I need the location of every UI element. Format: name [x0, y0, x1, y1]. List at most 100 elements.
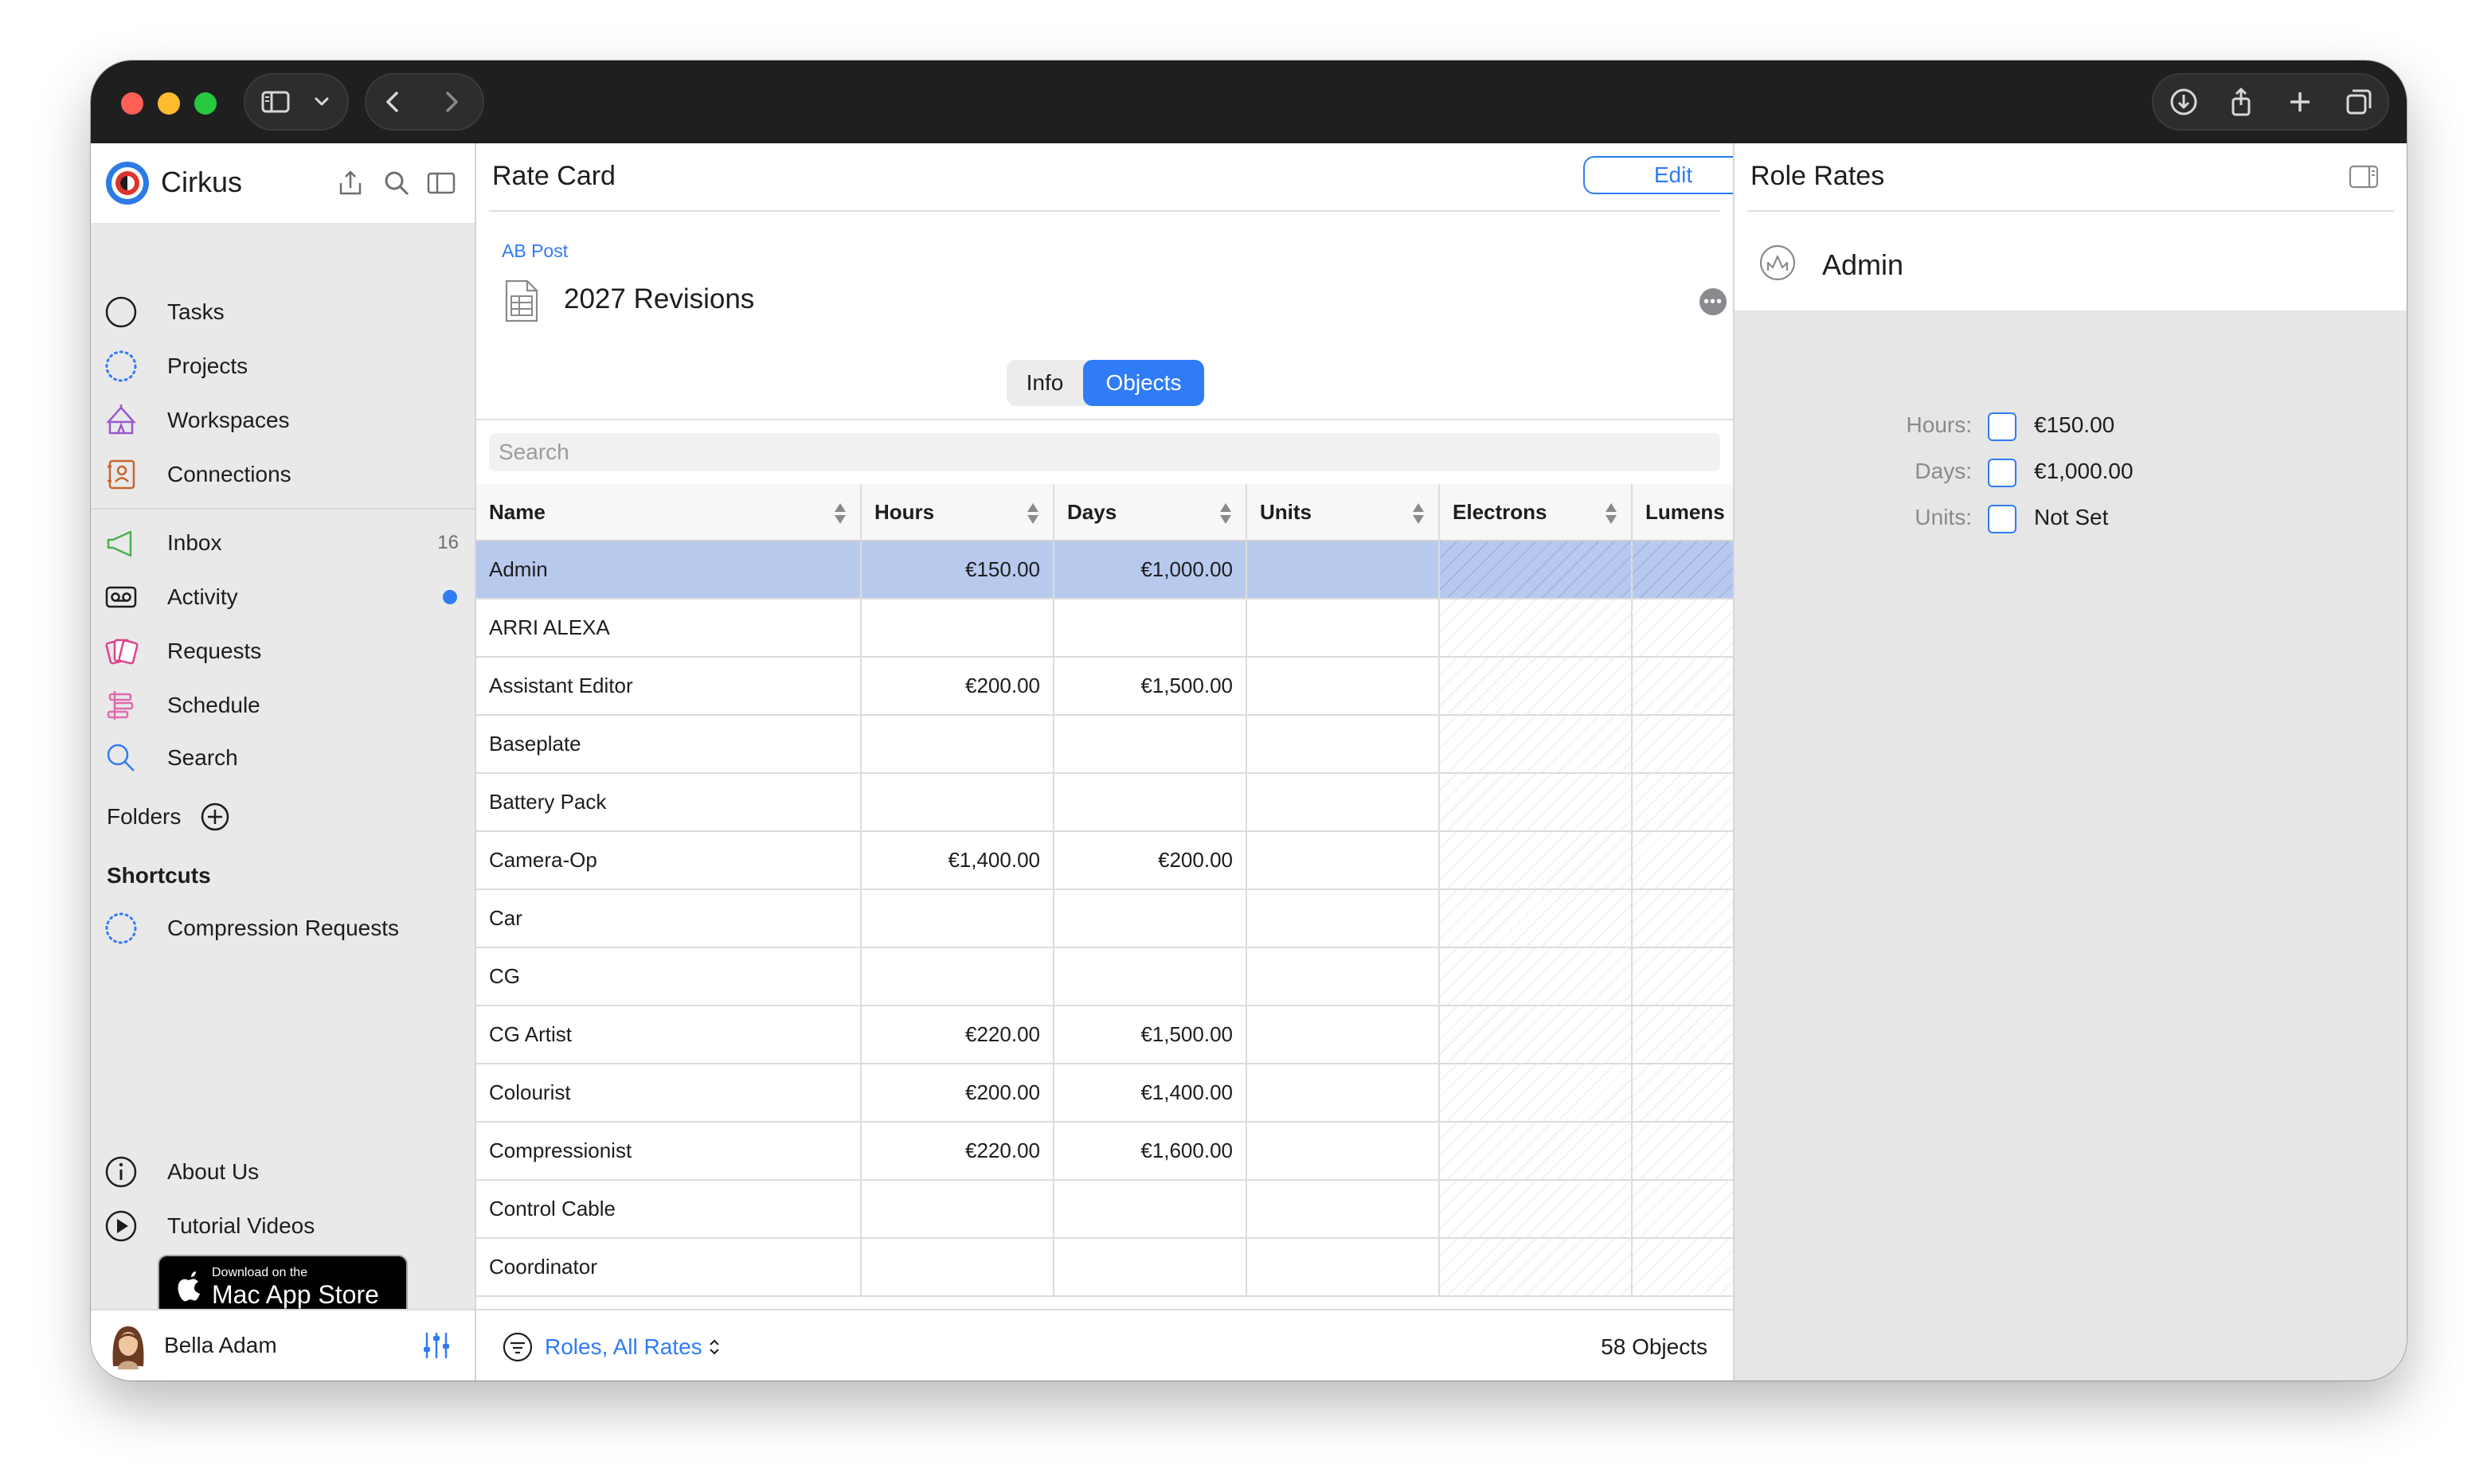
- sidebar-item-tasks[interactable]: Tasks: [91, 287, 475, 338]
- cell-empty[interactable]: [1440, 1239, 1633, 1297]
- cell-empty[interactable]: [1440, 1123, 1633, 1181]
- rate-checkbox[interactable]: [1988, 459, 2016, 487]
- column-header-lumens[interactable]: Lumens: [1633, 484, 1733, 541]
- cell-name[interactable]: Coordinator: [476, 1239, 862, 1297]
- cell-days[interactable]: €1,000.00: [1054, 541, 1247, 599]
- column-header-electrons[interactable]: Electrons: [1440, 484, 1633, 541]
- cell-empty[interactable]: [1440, 658, 1633, 716]
- cell-hours[interactable]: [862, 716, 1054, 774]
- cell-empty[interactable]: [1440, 948, 1633, 1006]
- cell-units[interactable]: [1247, 1006, 1440, 1064]
- cell-days[interactable]: €1,500.00: [1054, 658, 1247, 716]
- cell-name[interactable]: Assistant Editor: [476, 658, 862, 716]
- new-tab-icon[interactable]: [2279, 81, 2321, 123]
- cell-units[interactable]: [1247, 890, 1440, 948]
- cell-empty[interactable]: [1633, 541, 1733, 599]
- cell-days[interactable]: [1054, 599, 1247, 658]
- cell-empty[interactable]: [1633, 716, 1733, 774]
- table-row[interactable]: Camera-Op €1,400.00 €200.00: [476, 832, 1733, 890]
- cell-empty[interactable]: [1440, 1181, 1633, 1239]
- inspector-panel-icon[interactable]: [2348, 162, 2380, 191]
- breadcrumb[interactable]: AB Post: [502, 240, 568, 262]
- cell-units[interactable]: [1247, 658, 1440, 716]
- zoom-window-button[interactable]: [194, 92, 217, 115]
- cell-name[interactable]: Battery Pack: [476, 774, 862, 832]
- cell-name[interactable]: Colourist: [476, 1064, 862, 1123]
- cell-days[interactable]: [1054, 948, 1247, 1006]
- cell-units[interactable]: [1247, 832, 1440, 890]
- table-row[interactable]: Assistant Editor €200.00 €1,500.00: [476, 658, 1733, 716]
- tab-overview-icon[interactable]: [2338, 81, 2380, 123]
- cell-days[interactable]: €200.00: [1054, 832, 1247, 890]
- cell-days[interactable]: [1054, 1239, 1247, 1297]
- share-icon[interactable]: [2220, 81, 2262, 123]
- tab-objects[interactable]: Objects: [1083, 360, 1204, 406]
- cell-hours[interactable]: [862, 1239, 1054, 1297]
- cell-empty[interactable]: [1440, 1006, 1633, 1064]
- cell-empty[interactable]: [1633, 1006, 1733, 1064]
- cell-units[interactable]: [1247, 774, 1440, 832]
- column-header-units[interactable]: Units: [1247, 484, 1440, 541]
- cell-hours[interactable]: [862, 948, 1054, 1006]
- sidebar-item-connections[interactable]: Connections: [91, 449, 475, 500]
- cell-empty[interactable]: [1633, 774, 1733, 832]
- cell-empty[interactable]: [1633, 948, 1733, 1006]
- cell-empty[interactable]: [1633, 1181, 1733, 1239]
- cell-name[interactable]: CG: [476, 948, 862, 1006]
- cell-empty[interactable]: [1440, 541, 1633, 599]
- table-row[interactable]: Car: [476, 890, 1733, 948]
- cell-hours[interactable]: €220.00: [862, 1123, 1054, 1181]
- cell-empty[interactable]: [1633, 890, 1733, 948]
- cell-hours[interactable]: [862, 1181, 1054, 1239]
- cell-empty[interactable]: [1440, 599, 1633, 658]
- chevron-down-icon[interactable]: [309, 89, 334, 115]
- cell-name[interactable]: Compressionist: [476, 1123, 862, 1181]
- cell-empty[interactable]: [1633, 658, 1733, 716]
- sidebar-panel-icon[interactable]: [425, 167, 457, 199]
- column-header-hours[interactable]: Hours: [862, 484, 1054, 541]
- table-row[interactable]: Battery Pack: [476, 774, 1733, 832]
- cell-name[interactable]: Camera-Op: [476, 832, 862, 890]
- shortcut-item-compression-requests[interactable]: Compression Requests: [91, 903, 475, 954]
- cell-units[interactable]: [1247, 1064, 1440, 1123]
- cell-units[interactable]: [1247, 948, 1440, 1006]
- filter-menu[interactable]: Roles, All Rates: [545, 1334, 721, 1360]
- table-row[interactable]: CG Artist €220.00 €1,500.00: [476, 1006, 1733, 1064]
- table-row[interactable]: CG: [476, 948, 1733, 1006]
- sidebar-item-schedule[interactable]: Schedule: [91, 680, 475, 731]
- table-row[interactable]: Coordinator: [476, 1239, 1733, 1297]
- table-row[interactable]: Control Cable: [476, 1181, 1733, 1239]
- cell-name[interactable]: CG Artist: [476, 1006, 862, 1064]
- cell-hours[interactable]: €1,400.00: [862, 832, 1054, 890]
- cell-empty[interactable]: [1440, 716, 1633, 774]
- cell-empty[interactable]: [1633, 1123, 1733, 1181]
- cell-name[interactable]: Car: [476, 890, 862, 948]
- table-row[interactable]: ARRI ALEXA: [476, 599, 1733, 658]
- add-folder-icon[interactable]: [199, 801, 231, 833]
- cell-units[interactable]: [1247, 541, 1440, 599]
- cell-units[interactable]: [1247, 716, 1440, 774]
- sidebar-item-inbox[interactable]: Inbox 16: [91, 517, 475, 568]
- sidebar-item-tutorial-videos[interactable]: Tutorial Videos: [91, 1201, 475, 1252]
- search-icon[interactable]: [381, 167, 413, 199]
- table-row[interactable]: Baseplate: [476, 716, 1733, 774]
- cell-days[interactable]: [1054, 1181, 1247, 1239]
- cell-empty[interactable]: [1440, 774, 1633, 832]
- cell-days[interactable]: €1,400.00: [1054, 1064, 1247, 1123]
- rate-checkbox[interactable]: [1988, 412, 2016, 441]
- cell-name[interactable]: Admin: [476, 541, 862, 599]
- column-header-days[interactable]: Days: [1054, 484, 1247, 541]
- cell-empty[interactable]: [1633, 832, 1733, 890]
- cell-days[interactable]: [1054, 890, 1247, 948]
- cell-name[interactable]: Control Cable: [476, 1181, 862, 1239]
- close-window-button[interactable]: [121, 92, 143, 115]
- cell-hours[interactable]: €220.00: [862, 1006, 1054, 1064]
- download-icon[interactable]: [2163, 81, 2204, 123]
- cell-empty[interactable]: [1440, 890, 1633, 948]
- cell-hours[interactable]: €200.00: [862, 658, 1054, 716]
- cell-units[interactable]: [1247, 1239, 1440, 1297]
- more-options-icon[interactable]: •••: [1699, 288, 1727, 315]
- avatar[interactable]: [104, 1320, 153, 1369]
- search-input[interactable]: Search: [489, 433, 1720, 471]
- tab-info[interactable]: Info: [1007, 360, 1083, 406]
